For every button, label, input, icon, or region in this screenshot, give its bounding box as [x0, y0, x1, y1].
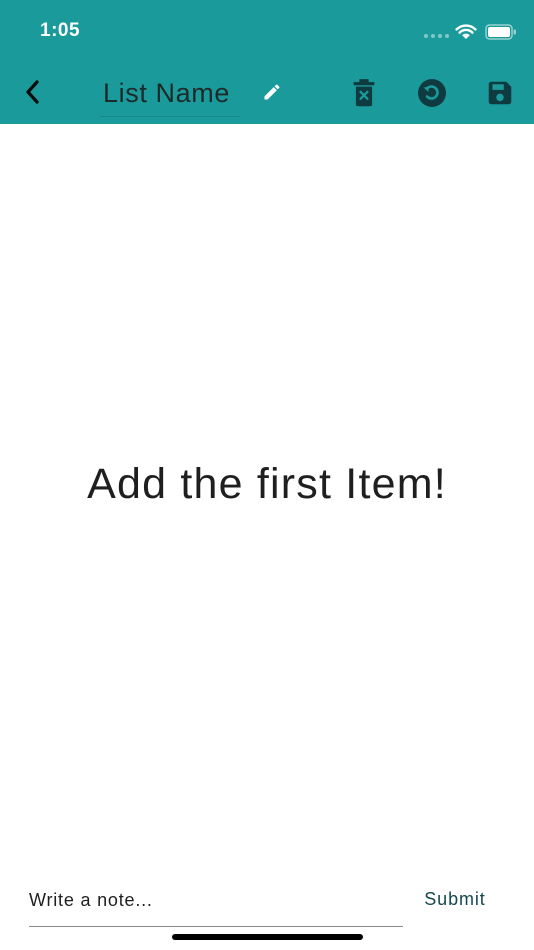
save-list-button[interactable] — [482, 75, 518, 111]
home-indicator — [172, 934, 363, 940]
status-bar: 1:05 — [0, 0, 534, 62]
note-field[interactable] — [29, 878, 403, 927]
delete-list-icon — [353, 79, 375, 107]
wifi-icon — [455, 24, 477, 39]
header: 1:05 — [0, 0, 534, 124]
pencil-icon — [264, 84, 280, 100]
reset-list-button[interactable] — [414, 75, 450, 111]
empty-list-message: Add the first Item! — [87, 460, 447, 508]
back-button[interactable] — [16, 75, 50, 109]
delete-list-button[interactable] — [346, 75, 382, 111]
battery-icon — [485, 24, 516, 40]
list-name-input[interactable] — [100, 70, 240, 116]
reset-icon — [418, 79, 446, 107]
submit-button[interactable]: Submit — [412, 884, 498, 914]
chevron-left-icon — [26, 80, 39, 104]
cell-signal-icon — [424, 34, 450, 38]
list-name-field[interactable] — [100, 70, 240, 117]
save-icon — [488, 81, 512, 105]
status-time: 1:05 — [40, 20, 81, 41]
note-input[interactable] — [29, 878, 403, 922]
edit-list-name-button[interactable] — [259, 79, 285, 105]
app-bar — [0, 62, 534, 124]
